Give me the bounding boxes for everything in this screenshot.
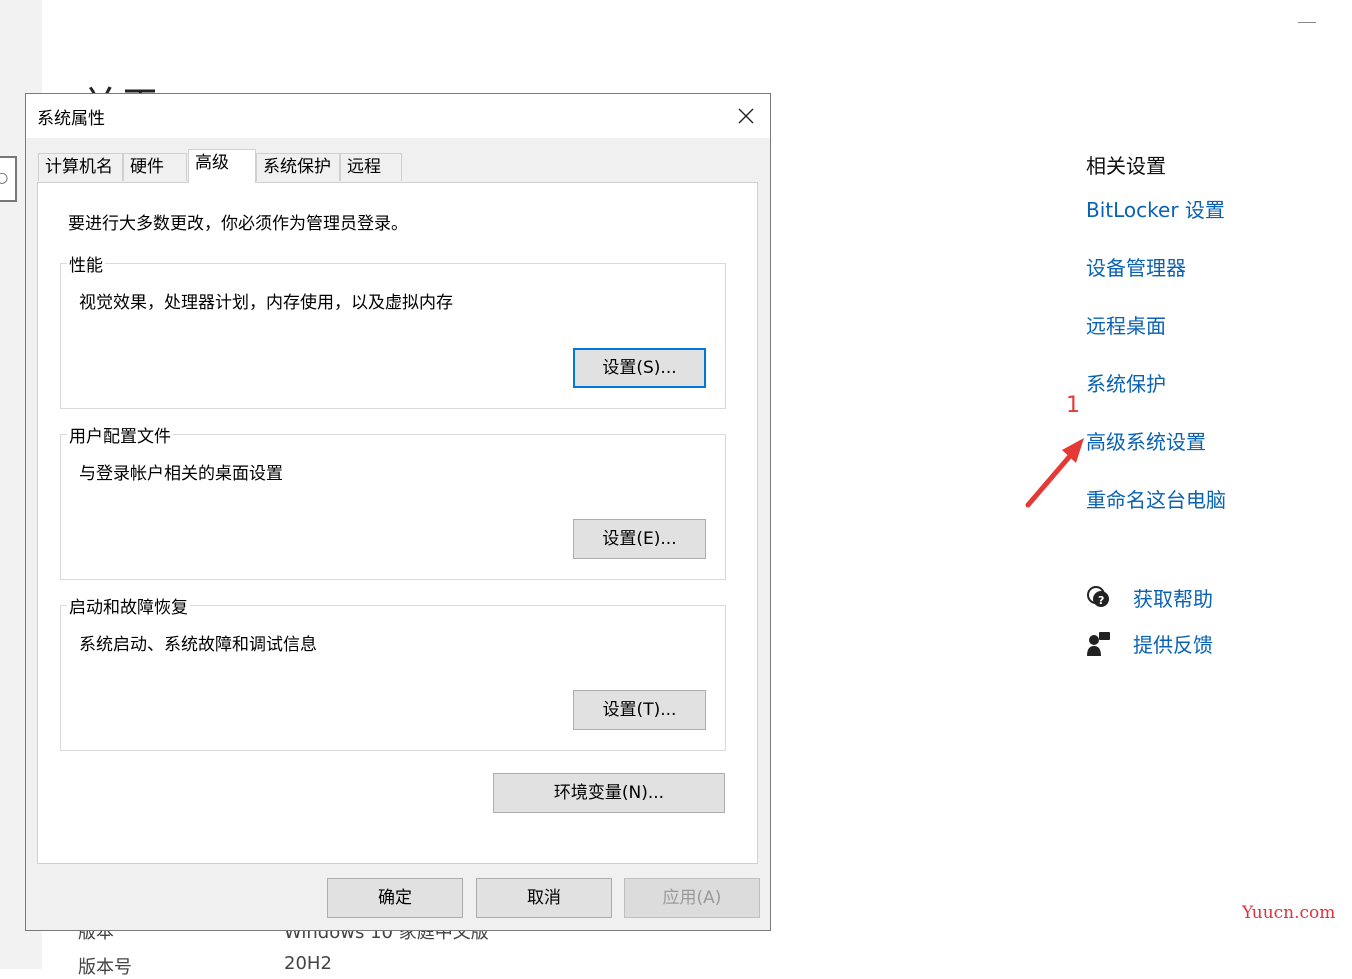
performance-group: 性能 视觉效果，处理器计划，内存使用，以及虚拟内存 设置(S)... <box>60 251 726 409</box>
dialog-titlebar[interactable]: 系统属性 <box>26 94 770 138</box>
user-profiles-desc: 与登录帐户相关的桌面设置 <box>79 464 283 484</box>
tab-system-protection[interactable]: 系统保护 <box>256 153 340 181</box>
watermark: Yuucn.com <box>1242 903 1336 923</box>
system-properties-dialog: 系统属性 计算机名 硬件 高级 系统保护 远程 要进行大多数更改，你必须作为管理… <box>25 93 771 931</box>
link-advanced-system-settings[interactable]: 高级系统设置 <box>1086 426 1206 455</box>
svg-text:?: ? <box>1098 594 1104 607</box>
user-profiles-group: 用户配置文件 与登录帐户相关的桌面设置 设置(E)... <box>60 422 726 580</box>
link-remote-desktop[interactable]: 远程桌面 <box>1086 310 1166 339</box>
cancel-button[interactable]: 取消 <box>476 878 612 918</box>
close-icon <box>738 108 754 124</box>
tab-remote[interactable]: 远程 <box>340 153 402 181</box>
close-button[interactable] <box>722 94 770 138</box>
link-system-protection[interactable]: 系统保护 <box>1086 368 1166 397</box>
search-button-partial[interactable]: ○ <box>0 156 17 202</box>
tab-computer-name[interactable]: 计算机名 <box>38 153 123 181</box>
search-icon: ○ <box>0 170 9 186</box>
performance-desc: 视觉效果，处理器计划，内存使用，以及虚拟内存 <box>79 293 453 313</box>
annotation-number-1: 1 <box>1066 393 1080 418</box>
ok-button[interactable]: 确定 <box>327 878 463 918</box>
minimize-button[interactable] <box>1298 22 1316 23</box>
startup-recovery-label: 启动和故障恢复 <box>67 593 190 618</box>
link-device-manager[interactable]: 设备管理器 <box>1086 252 1186 281</box>
related-settings-heading: 相关设置 <box>1086 154 1166 178</box>
startup-recovery-desc: 系统启动、系统故障和调试信息 <box>79 635 317 655</box>
feedback-person-icon <box>1087 632 1110 656</box>
performance-settings-button[interactable]: 设置(S)... <box>573 348 706 388</box>
dialog-title: 系统属性 <box>37 109 105 129</box>
tab-advanced[interactable]: 高级 <box>188 149 256 183</box>
admin-notice: 要进行大多数更改，你必须作为管理员登录。 <box>68 214 408 234</box>
info-value-version: 20H2 <box>284 953 332 974</box>
link-bitlocker[interactable]: BitLocker 设置 <box>1086 194 1225 223</box>
tab-hardware[interactable]: 硬件 <box>123 153 187 181</box>
annotation-arrow-1 <box>1025 438 1084 508</box>
startup-recovery-group: 启动和故障恢复 系统启动、系统故障和调试信息 设置(T)... <box>60 593 726 751</box>
startup-recovery-settings-button[interactable]: 设置(T)... <box>573 690 706 730</box>
apply-button[interactable]: 应用(A) <box>624 878 760 918</box>
feedback-label: 提供反馈 <box>1133 633 1213 657</box>
user-profiles-label: 用户配置文件 <box>67 422 173 447</box>
user-profiles-settings-button[interactable]: 设置(E)... <box>573 519 706 559</box>
advanced-tab-panel: 要进行大多数更改，你必须作为管理员登录。 性能 视觉效果，处理器计划，内存使用，… <box>37 182 758 864</box>
link-rename-pc[interactable]: 重命名这台电脑 <box>1086 484 1226 513</box>
get-help-label: 获取帮助 <box>1133 587 1213 611</box>
performance-label: 性能 <box>67 251 105 276</box>
info-label-version: 版本号 <box>78 957 132 978</box>
help-chat-icon: ? <box>1087 586 1109 607</box>
environment-variables-button[interactable]: 环境变量(N)... <box>493 773 725 813</box>
